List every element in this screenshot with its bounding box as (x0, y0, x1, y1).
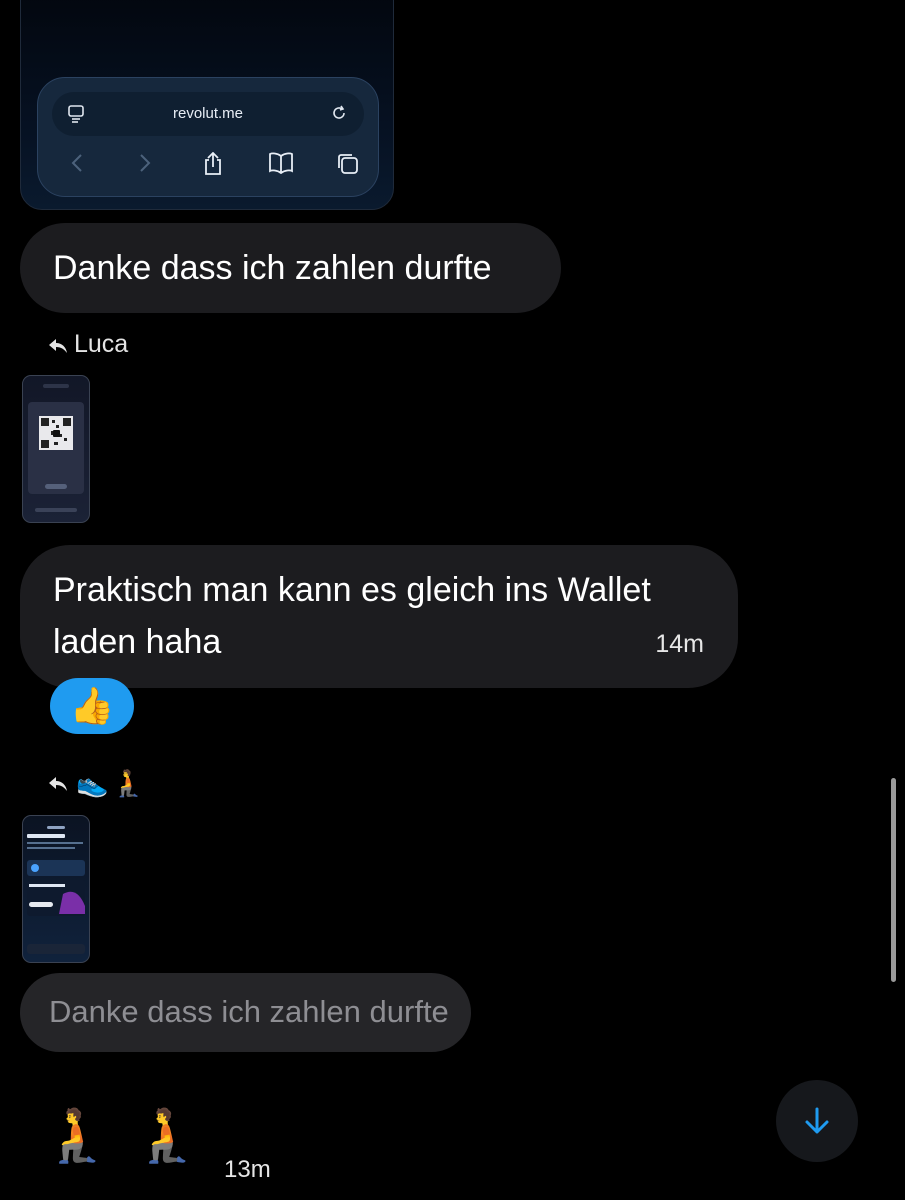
forward-icon[interactable] (138, 152, 152, 174)
arrow-down-icon (805, 1107, 829, 1134)
app-screenshot-image (27, 826, 85, 954)
browser-toolbar: revolut.me (37, 77, 379, 197)
kneeling-person-icon: 🧎 (112, 768, 145, 798)
share-icon[interactable] (202, 152, 224, 176)
sneaker-icon: 👟 (76, 768, 109, 798)
scroll-to-bottom-button[interactable] (776, 1080, 858, 1162)
reply-icon (49, 339, 67, 353)
reply-indicator[interactable]: Luca (48, 330, 128, 360)
message-text: Praktisch man kann es gleich ins Wallet … (53, 571, 651, 661)
back-icon[interactable] (70, 152, 84, 174)
reaction-badge[interactable]: 👍 (50, 678, 134, 734)
reply-name: Luca (74, 330, 129, 358)
bookmarks-icon[interactable] (268, 152, 294, 174)
reply-icon (49, 777, 67, 791)
scrollbar[interactable] (891, 778, 896, 982)
message-text: Danke dass ich zahlen durfte (53, 249, 492, 287)
address-bar[interactable]: revolut.me (52, 92, 364, 136)
image-attachment[interactable] (22, 815, 90, 963)
url-text: revolut.me (172, 105, 244, 122)
kneeling-person-icon: 🧎 (44, 1107, 109, 1165)
reply-emoji-row[interactable]: 👟 🧎 (48, 768, 149, 804)
message-timestamp: 14m (655, 630, 704, 658)
thumbs-up-icon: 👍 (69, 685, 115, 726)
image-attachment[interactable] (22, 375, 90, 523)
kneeling-person-icon: 🧎 (134, 1107, 199, 1165)
message-bubble[interactable]: Praktisch man kann es gleich ins Wallet … (20, 545, 738, 688)
shared-screenshot-card[interactable]: revolut.me (20, 0, 394, 210)
message-bubble[interactable]: Danke dass ich zahlen durfte (20, 223, 561, 313)
tabs-icon[interactable] (336, 152, 360, 176)
qr-screenshot-image (28, 384, 84, 512)
draft-message-bubble[interactable]: Danke dass ich zahlen durfte (20, 973, 471, 1052)
reload-icon[interactable] (330, 104, 348, 127)
draft-text: Danke dass ich zahlen durfte (49, 994, 449, 1029)
message-timestamp: 13m (224, 1156, 271, 1183)
browser-nav-row (52, 148, 364, 180)
